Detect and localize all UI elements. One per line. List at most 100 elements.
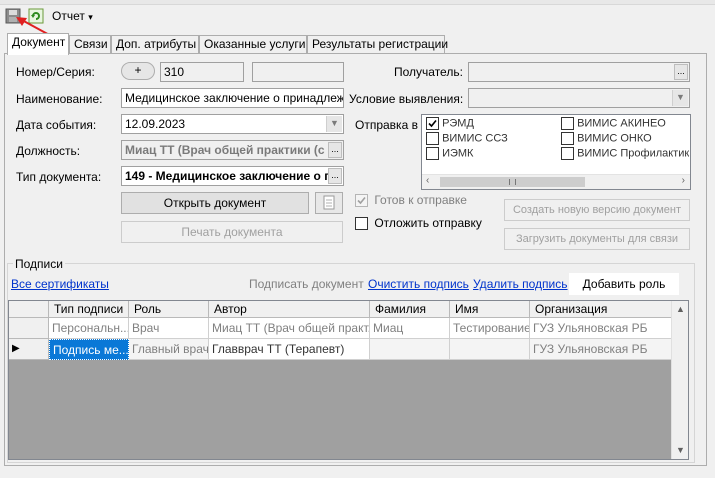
vimis-onko-checkbox[interactable] bbox=[561, 132, 574, 145]
postpone-option[interactable]: Отложить отправку bbox=[355, 216, 482, 231]
add-number-button[interactable]: + bbox=[121, 62, 155, 80]
doctype-label: Тип документа: bbox=[16, 170, 102, 184]
signatures-title: Подписи bbox=[13, 257, 65, 271]
position-browse-button[interactable]: ... bbox=[328, 142, 342, 158]
tab-links-label: Связи bbox=[74, 37, 108, 51]
condition-dropdown-icon[interactable]: ▼ bbox=[672, 90, 688, 106]
table-cell[interactable]: Персональн... bbox=[49, 318, 129, 339]
recipient-field[interactable]: ... bbox=[468, 62, 690, 82]
table-cell-selected[interactable]: Подпись ме... bbox=[49, 339, 129, 360]
ready-to-send-option[interactable]: Готов к отправке bbox=[355, 193, 467, 208]
table-cell[interactable] bbox=[450, 339, 530, 360]
tab-services-label: Оказанные услуги bbox=[204, 37, 306, 51]
document-icon bbox=[323, 195, 335, 210]
tab-document-label: Документ bbox=[12, 35, 66, 49]
tab-registration-results[interactable]: Результаты регистрации bbox=[307, 35, 449, 54]
clear-signature-link[interactable]: Очистить подпись bbox=[368, 277, 469, 291]
column-header-surname[interactable]: Фамилия bbox=[370, 301, 450, 318]
send-target-vimis-ssz[interactable]: ВИМИС ССЗ bbox=[426, 132, 508, 145]
ready-checkbox[interactable] bbox=[355, 194, 368, 208]
current-row-arrow-icon: ▶ bbox=[12, 343, 20, 354]
chevron-down-icon: ▾ bbox=[88, 12, 93, 22]
table-cell[interactable]: Главный врач bbox=[129, 339, 209, 360]
iemk-checkbox[interactable] bbox=[426, 147, 439, 160]
series-field[interactable] bbox=[252, 62, 344, 82]
doctype-browse-button[interactable]: ... bbox=[328, 168, 342, 184]
send-target-vimis-onko[interactable]: ВИМИС ОНКО bbox=[561, 132, 652, 145]
load-docs-button[interactable]: Загрузить документы для связи bbox=[504, 228, 690, 250]
attach-button[interactable] bbox=[315, 192, 343, 214]
table-cell[interactable]: Миац ТТ (Врач общей практ... bbox=[209, 318, 370, 339]
table-cell[interactable]: Миац bbox=[370, 318, 450, 339]
table-cell[interactable]: ГУЗ Ульяновская РБ bbox=[530, 339, 673, 360]
remd-checkbox[interactable] bbox=[426, 117, 439, 130]
number-field[interactable]: 310 bbox=[160, 62, 244, 82]
vimis-onko-label: ВИМИС ОНКО bbox=[577, 132, 652, 145]
tab-document[interactable]: Документ bbox=[7, 33, 69, 55]
iemk-label: ИЭМК bbox=[442, 147, 474, 160]
vimis-prof-checkbox[interactable] bbox=[561, 147, 574, 160]
tab-extra-attributes[interactable]: Доп. атрибуты bbox=[111, 35, 199, 54]
table-cell[interactable]: Главврач ТТ (Терапевт) bbox=[209, 339, 370, 360]
toolbar: Отчет ▾ bbox=[0, 5, 715, 29]
vimis-akineo-checkbox[interactable] bbox=[561, 117, 574, 130]
send-target-iemk[interactable]: ИЭМК bbox=[426, 147, 473, 160]
send-list-hscrollbar[interactable]: ‹ › bbox=[422, 174, 690, 189]
date-dropdown-icon[interactable]: ▼ bbox=[326, 116, 342, 132]
name-field[interactable]: Медицинское заключение о принадлежнос bbox=[121, 88, 344, 108]
condition-label: Условие выявления: bbox=[349, 92, 464, 106]
condition-field[interactable]: ▼ bbox=[468, 88, 690, 108]
doctype-field[interactable]: 149 - Медицинское заключение о г ... bbox=[121, 166, 344, 186]
delete-signature-link[interactable]: Удалить подпись bbox=[473, 277, 568, 291]
sign-document-link[interactable]: Подписать документ bbox=[249, 277, 364, 291]
scroll-left-icon[interactable]: ‹ bbox=[426, 175, 429, 186]
vimis-akineo-label: ВИМИС АКИНЕО bbox=[577, 117, 666, 130]
create-version-button[interactable]: Создать новую версию документ bbox=[504, 199, 690, 221]
table-cell[interactable]: ГУЗ Ульяновская РБ bbox=[530, 318, 673, 339]
send-to-label: Отправка в bbox=[355, 118, 418, 132]
column-header-role[interactable]: Роль bbox=[129, 301, 209, 318]
send-target-vimis-prof[interactable]: ВИМИС Профилактика bbox=[561, 147, 689, 160]
name-label: Наименование: bbox=[16, 92, 103, 106]
scroll-down-icon[interactable]: ▼ bbox=[672, 442, 688, 459]
date-field[interactable]: 12.09.2023 ▼ bbox=[121, 114, 344, 134]
column-header-firstname[interactable]: Имя bbox=[450, 301, 530, 318]
tab-extra-attributes-label: Доп. атрибуты bbox=[116, 37, 197, 51]
scroll-right-icon[interactable]: › bbox=[682, 175, 685, 186]
number-label: Номер/Серия: bbox=[16, 65, 95, 79]
send-targets-list[interactable]: РЭМД ВИМИС АКИНЕО ВИМИС ССЗ ВИМИС ОНКО И… bbox=[421, 114, 691, 190]
grid-corner-header bbox=[9, 301, 49, 318]
print-document-button[interactable]: Печать документа bbox=[121, 221, 343, 243]
postpone-label: Отложить отправку bbox=[374, 216, 482, 230]
add-role-button[interactable]: Добавить роль bbox=[569, 273, 679, 295]
open-document-button[interactable]: Открыть документ bbox=[121, 192, 309, 214]
date-value: 12.09.2023 bbox=[125, 117, 186, 131]
column-header-organization[interactable]: Организация bbox=[530, 301, 673, 318]
postpone-checkbox[interactable] bbox=[355, 217, 368, 231]
scroll-up-icon[interactable]: ▲ bbox=[672, 301, 688, 318]
position-label: Должность: bbox=[16, 144, 81, 158]
tab-services[interactable]: Оказанные услуги bbox=[199, 35, 307, 54]
table-row-header-current[interactable]: ▶ bbox=[9, 339, 49, 360]
tab-registration-results-label: Результаты регистрации bbox=[312, 37, 449, 51]
table-cell[interactable]: Врач bbox=[129, 318, 209, 339]
all-certificates-link[interactable]: Все сертификаты bbox=[11, 277, 109, 291]
send-target-vimis-akineo[interactable]: ВИМИС АКИНЕО bbox=[561, 117, 666, 130]
send-target-remd[interactable]: РЭМД bbox=[426, 117, 474, 130]
date-label: Дата события: bbox=[16, 118, 97, 132]
tab-links[interactable]: Связи bbox=[69, 35, 111, 54]
doctype-value: 149 - Медицинское заключение о г bbox=[125, 169, 330, 183]
table-row-header[interactable] bbox=[9, 318, 49, 339]
position-field[interactable]: Миац ТТ (Врач общей практики (с ... bbox=[121, 140, 344, 160]
table-cell[interactable] bbox=[370, 339, 450, 360]
remd-label: РЭМД bbox=[442, 117, 474, 130]
vimis-ssz-checkbox[interactable] bbox=[426, 132, 439, 145]
grid-vscrollbar[interactable]: ▲ ▼ bbox=[671, 301, 688, 459]
column-header-author[interactable]: Автор bbox=[209, 301, 370, 318]
hscroll-thumb[interactable] bbox=[440, 177, 585, 187]
position-value: Миац ТТ (Врач общей практики (с bbox=[125, 143, 325, 157]
table-cell[interactable]: Тестирование bbox=[450, 318, 530, 339]
column-header-sign-type[interactable]: Тип подписи bbox=[49, 301, 129, 318]
recipient-browse-button[interactable]: ... bbox=[674, 64, 688, 80]
ready-label: Готов к отправке bbox=[374, 193, 467, 207]
